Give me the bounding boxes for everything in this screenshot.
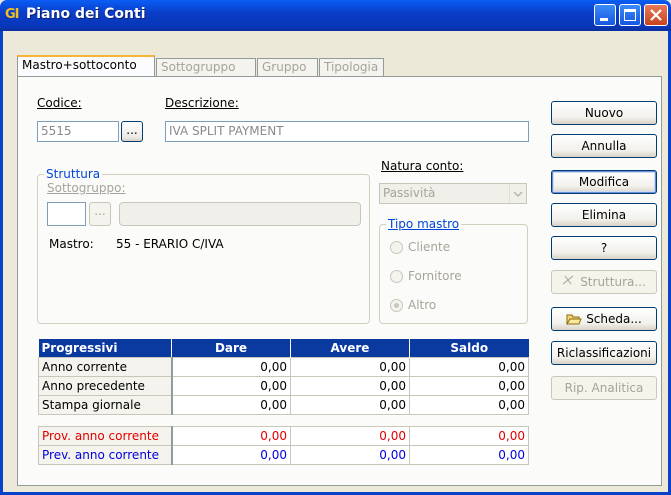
dare-cell[interactable]: 0,00: [171, 375, 291, 396]
codice-field[interactable]: 5515: [37, 121, 119, 142]
saldo-cell[interactable]: 0,00: [409, 394, 529, 415]
maximize-button[interactable]: [619, 4, 641, 26]
mastro-value: 55 - ERARIO C/IVA: [116, 237, 224, 251]
struttura-button-label: Struttura...: [580, 275, 646, 289]
dare-cell[interactable]: 0,00: [171, 356, 291, 377]
mastro-label: Mastro:: [49, 237, 94, 251]
row-label: Anno corrente: [38, 356, 173, 377]
descrizione-label: Descrizione:: [165, 96, 239, 110]
nuovo-button[interactable]: Nuovo: [551, 101, 657, 125]
codice-lookup-button[interactable]: ...: [121, 121, 143, 142]
window-title: Piano dei Conti: [26, 6, 146, 22]
radio-cliente[interactable]: [390, 241, 403, 254]
sottogruppo-lookup-button[interactable]: ...: [89, 202, 111, 226]
row-label: Prov. anno corrente: [38, 425, 173, 446]
avere-cell[interactable]: 0,00: [290, 356, 410, 377]
row-label: Anno precedente: [38, 375, 173, 396]
avere-cell[interactable]: 0,00: [290, 425, 410, 446]
elimina-button[interactable]: Elimina: [551, 203, 657, 227]
riclassificazioni-button[interactable]: Riclassificazioni: [551, 341, 657, 365]
radio-fornitore-label: Fornitore: [408, 269, 462, 283]
sottogruppo-description-field: [119, 202, 361, 226]
table-row[interactable]: Stampa giornale 0,00 0,00 0,00: [38, 394, 529, 415]
folder-open-icon: [566, 310, 582, 332]
descrizione-field[interactable]: IVA SPLIT PAYMENT: [165, 121, 529, 142]
rip-analitica-button[interactable]: Rip. Analitica: [551, 376, 657, 400]
sottogruppo-label: Sottogruppo:: [47, 181, 126, 195]
col-header-avere[interactable]: Avere: [290, 339, 410, 357]
tab-mastro-sottoconto[interactable]: Mastro+sottoconto: [17, 55, 155, 76]
natura-conto-label-text: Natura conto:: [381, 159, 464, 173]
maximize-icon: [624, 9, 636, 21]
table-row[interactable]: Prev. anno corrente 0,00 0,00 0,00: [38, 444, 529, 465]
grid-spacer-row: [38, 414, 529, 426]
row-label: Stampa giornale: [38, 394, 173, 415]
grid-header-row: Progressivi Dare Avere Saldo: [38, 339, 529, 357]
struttura-title: Struttura: [44, 167, 103, 181]
col-header-saldo[interactable]: Saldo: [409, 339, 529, 357]
scheda-button[interactable]: Scheda...: [551, 307, 657, 331]
radio-altro-label: Altro: [408, 298, 437, 312]
saldo-cell[interactable]: 0,00: [409, 375, 529, 396]
struttura-button[interactable]: Struttura...: [551, 270, 657, 294]
saldo-cell[interactable]: 0,00: [409, 356, 529, 377]
tab-tipologia[interactable]: Tipologia: [319, 58, 384, 76]
avere-cell[interactable]: 0,00: [290, 394, 410, 415]
radio-fornitore[interactable]: [390, 270, 403, 283]
close-button[interactable]: [644, 4, 668, 26]
radio-cliente-label: Cliente: [408, 240, 451, 254]
avere-cell[interactable]: 0,00: [290, 375, 410, 396]
codice-label: Codice:: [37, 96, 82, 110]
natura-conto-label: Natura conto:: [381, 159, 463, 173]
tipo-mastro-title: Tipo mastro: [386, 217, 462, 231]
col-header-progressivi[interactable]: Progressivi: [38, 339, 172, 357]
annulla-button[interactable]: Annulla: [551, 134, 657, 158]
row-label: Prev. anno corrente: [38, 444, 173, 465]
dare-cell[interactable]: 0,00: [171, 425, 291, 446]
scheda-button-label: Scheda...: [586, 312, 642, 326]
tab-sottogruppo[interactable]: Sottogruppo: [156, 58, 256, 76]
title-bar[interactable]: GI Piano dei Conti: [0, 0, 671, 31]
dare-cell[interactable]: 0,00: [171, 394, 291, 415]
help-button[interactable]: ?: [551, 236, 657, 260]
close-icon: [650, 9, 662, 21]
app-logo-icon: GI: [5, 7, 20, 22]
saldo-cell[interactable]: 0,00: [409, 425, 529, 446]
dare-cell[interactable]: 0,00: [171, 444, 291, 465]
table-row[interactable]: Prov. anno corrente 0,00 0,00 0,00: [38, 425, 529, 446]
chevron-down-icon: [509, 184, 526, 203]
struttura-icon: [562, 271, 576, 293]
radio-altro[interactable]: [390, 299, 403, 312]
tab-gruppo[interactable]: Gruppo: [257, 58, 318, 76]
sottogruppo-code-field[interactable]: [47, 202, 86, 226]
avere-cell[interactable]: 0,00: [290, 444, 410, 465]
minimize-icon: [600, 18, 608, 21]
saldo-cell[interactable]: 0,00: [409, 444, 529, 465]
modifica-button[interactable]: Modifica: [551, 170, 657, 194]
table-row[interactable]: Anno precedente 0,00 0,00 0,00: [38, 375, 529, 396]
table-row[interactable]: Anno corrente 0,00 0,00 0,00: [38, 356, 529, 377]
natura-conto-select[interactable]: Passività: [379, 183, 527, 204]
minimize-button[interactable]: [594, 4, 616, 26]
col-header-dare[interactable]: Dare: [171, 339, 291, 357]
natura-conto-value: Passività: [383, 186, 436, 200]
progressivi-grid: Progressivi Dare Avere Saldo Anno corren…: [38, 339, 529, 465]
